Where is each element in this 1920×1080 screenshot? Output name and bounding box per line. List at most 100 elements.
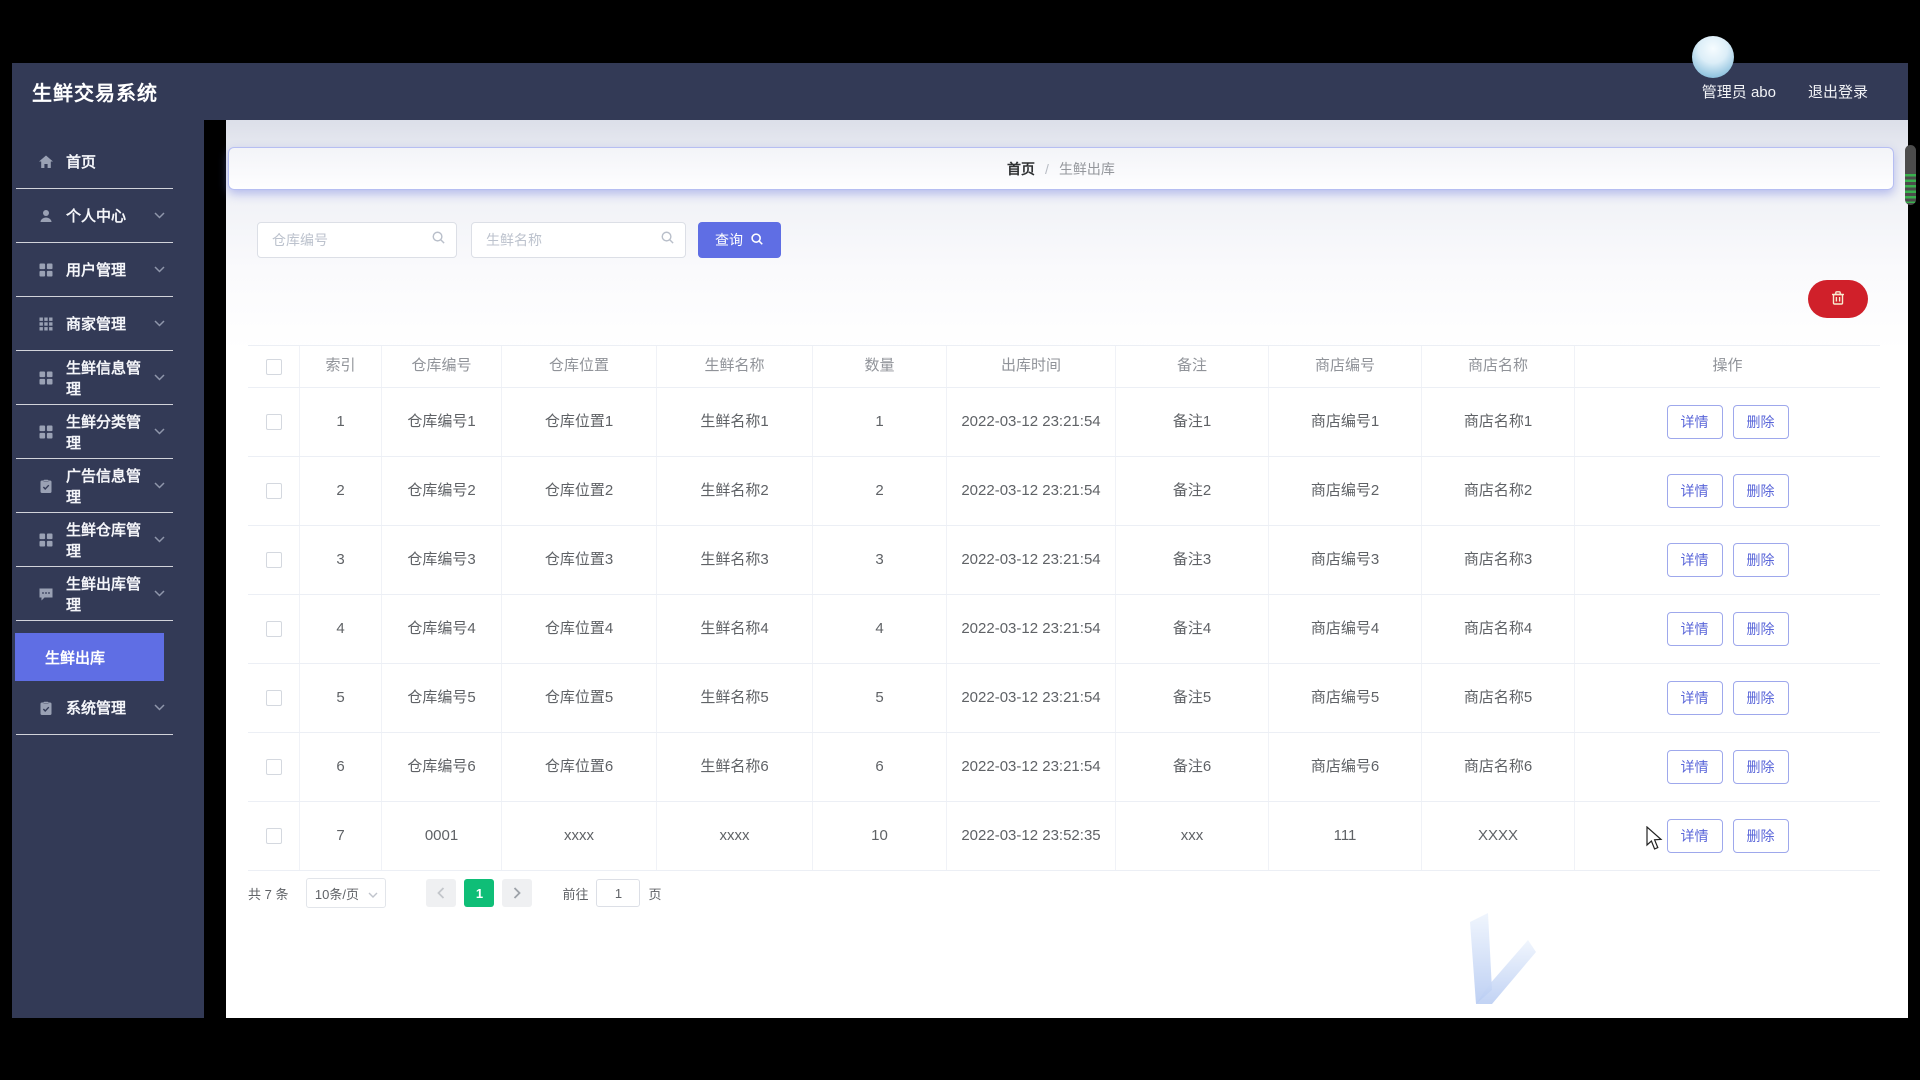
cell-index: 3 [300,526,382,594]
sidebar-subitem-active[interactable]: 生鲜出库 [15,633,164,681]
bulk-delete-button[interactable] [1808,280,1868,318]
logout-link[interactable]: 退出登录 [1808,81,1868,102]
delete-button[interactable]: 删除 [1732,405,1789,439]
cell-quantity: 5 [813,664,947,732]
grid-icon [38,532,54,548]
cell-shop-name: 商店名称1 [1422,388,1575,456]
column-header: 生鲜名称 [657,346,813,387]
checkbox-cell [248,388,300,456]
cell-actions: 详情 删除 [1575,526,1880,594]
delete-button[interactable]: 删除 [1732,819,1789,853]
chevron-down-icon [154,482,165,489]
sidebar-item[interactable]: 生鲜出库管理 [16,567,173,621]
sidebar-item-label: 生鲜仓库管理 [66,521,142,560]
clipboard-icon [38,478,54,494]
delete-button[interactable]: 删除 [1732,474,1789,508]
checkbox-cell [248,802,300,870]
sidebar: 首页 个人中心 用户管理 商家管理 生鲜信息管理 生鲜分类管理 广告信息管理生鲜仓库管理生鲜… [12,120,204,1018]
sidebar-item[interactable]: 个人中心 [16,189,173,243]
page-size-value: 10条/页 [314,886,359,902]
delete-button[interactable]: 删除 [1732,681,1789,715]
detail-button[interactable]: 详情 [1666,405,1723,439]
prev-page-button[interactable] [426,879,457,907]
cell-out-time: 2022-03-12 23:21:54 [947,388,1116,456]
delete-button[interactable]: 删除 [1732,750,1789,784]
search-button[interactable]: 查询 [698,222,781,258]
goto-page-input[interactable] [596,879,641,907]
sidebar-item[interactable]: 广告信息管理 [16,459,173,513]
avatar[interactable] [1692,36,1734,78]
checkbox-cell [248,346,300,387]
warehouse-no-input[interactable] [270,231,431,249]
fresh-name-field [471,222,686,258]
cell-index: 6 [300,733,382,801]
cell-remark: 备注1 [1116,388,1269,456]
row-checkbox[interactable] [265,552,282,568]
row-checkbox[interactable] [265,414,282,430]
cell-remark: 备注6 [1116,733,1269,801]
detail-button[interactable]: 详情 [1666,750,1723,784]
table-row: 6 仓库编号6 仓库位置6 生鲜名称6 6 2022-03-12 23:21:54 备注6 商… [248,733,1880,802]
row-checkbox[interactable] [265,483,282,499]
watermark-logo [1470,913,1536,1004]
detail-button[interactable]: 详情 [1666,543,1723,577]
cell-actions: 详情 删除 [1575,457,1880,525]
sidebar-item[interactable]: 商家管理 [16,297,173,351]
cell-actions: 详情 删除 [1575,664,1880,732]
page-size-select[interactable]: 10条/页 [306,878,387,908]
table-header-row: 索引 仓库编号 仓库位置 生鲜名称 数量 出库时间 备注 商店编号 商店名称 操作 [248,346,1880,388]
next-page-button[interactable] [502,879,533,907]
scrollbar-stripes [1905,174,1916,203]
checkbox-cell [248,733,300,801]
fresh-name-input[interactable] [484,231,660,249]
cell-shop-name: 商店名称4 [1422,595,1575,663]
delete-button[interactable]: 删除 [1732,543,1789,577]
row-checkbox[interactable] [265,621,282,637]
mouse-cursor [1646,826,1663,850]
sidebar-item[interactable]: 系统管理 [16,681,173,735]
column-header: 数量 [813,346,947,387]
detail-button[interactable]: 详情 [1666,681,1723,715]
row-checkbox[interactable] [265,828,282,844]
scrollbar-thumb[interactable] [1905,145,1916,205]
delete-button[interactable]: 删除 [1732,612,1789,646]
table-row: 3 仓库编号3 仓库位置3 生鲜名称3 3 2022-03-12 23:21:54 备注3 商… [248,526,1880,595]
cell-warehouse-no: 仓库编号5 [382,664,502,732]
search-icon [750,232,764,249]
cell-actions: 详情 删除 [1575,802,1880,870]
sidebar-item[interactable]: 生鲜信息管理 [16,351,173,405]
cell-index: 4 [300,595,382,663]
chevron-down-icon [154,536,165,543]
row-checkbox[interactable] [265,759,282,775]
dots-grid-icon [38,316,54,332]
cell-fresh-name: 生鲜名称2 [657,457,813,525]
sidebar-item[interactable]: 首页 [16,135,173,189]
cell-shop-name: 商店名称2 [1422,457,1575,525]
chevron-down-icon [154,428,165,435]
current-page-button[interactable]: 1 [464,879,495,907]
select-all-checkbox[interactable] [265,358,282,375]
detail-button[interactable]: 详情 [1666,819,1723,853]
sidebar-item[interactable]: 生鲜分类管理 [16,405,173,459]
page-unit-label: 页 [648,886,662,902]
sidebar-item[interactable]: 用户管理 [16,243,173,297]
cell-actions: 详情 删除 [1575,595,1880,663]
breadcrumb-home[interactable]: 首页 [1007,159,1035,179]
detail-button[interactable]: 详情 [1666,474,1723,508]
cell-location: 仓库位置5 [502,664,657,732]
row-checkbox[interactable] [265,690,282,706]
cell-shop-no: 商店编号6 [1269,733,1422,801]
column-header: 索引 [300,346,382,387]
detail-button[interactable]: 详情 [1666,612,1723,646]
cell-warehouse-no: 仓库编号4 [382,595,502,663]
grid-icon [38,262,54,278]
clipboard-icon [38,700,54,716]
checkbox-cell [248,664,300,732]
cell-actions: 详情 删除 [1575,388,1880,456]
cell-location: 仓库位置4 [502,595,657,663]
cell-fresh-name: 生鲜名称5 [657,664,813,732]
table-row: 7 0001 xxxx xxxx 10 2022-03-12 23:52:35 xxx 111… [248,802,1880,871]
cell-out-time: 2022-03-12 23:21:54 [947,526,1116,594]
cell-warehouse-no: 仓库编号6 [382,733,502,801]
sidebar-item[interactable]: 生鲜仓库管理 [16,513,173,567]
